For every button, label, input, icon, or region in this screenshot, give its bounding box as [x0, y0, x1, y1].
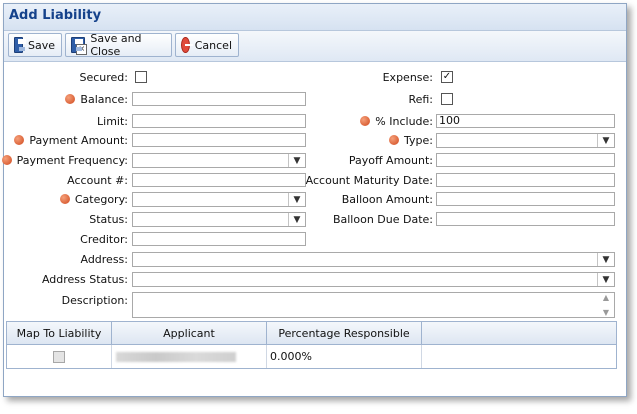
expense-label: Expense:	[382, 71, 433, 84]
limit-label: Limit:	[97, 115, 128, 128]
payoff-amount-input[interactable]	[436, 153, 615, 167]
creditor-input[interactable]	[132, 232, 306, 246]
map-cell	[7, 345, 112, 368]
description-label: Description:	[61, 294, 128, 307]
include-label: % Include:	[360, 115, 433, 128]
account-number-input[interactable]	[132, 173, 306, 187]
chevron-down-icon: ▼	[288, 213, 305, 226]
chevron-down-icon: ▼	[597, 134, 614, 147]
type-label: Type:	[389, 134, 433, 147]
percentage-cell: 0.000%	[267, 345, 422, 368]
payment-frequency-label: Payment Frequency:	[1, 154, 128, 167]
scroll-down-icon: ▼	[602, 308, 610, 317]
description-textarea[interactable]: ▲ ▼	[132, 292, 615, 318]
grid-header: Map To Liability Applicant Percentage Re…	[7, 322, 616, 345]
dialog-title: Add Liability	[9, 8, 102, 23]
balloon-due-label: Balloon Due Date:	[332, 213, 433, 226]
cancel-button-label: Cancel	[194, 38, 232, 52]
maturity-date-input[interactable]	[436, 173, 615, 187]
type-select[interactable]: ▼	[436, 133, 615, 148]
secured-checkbox[interactable]	[135, 71, 147, 83]
applicant-grid: Map To Liability Applicant Percentage Re…	[6, 321, 617, 369]
address-status-label: Address Status:	[41, 273, 128, 286]
save-and-close-label: Save and Close	[90, 32, 142, 58]
refi-label: Refi:	[408, 93, 433, 106]
balance-input[interactable]	[132, 92, 306, 106]
save-disk-icon	[14, 37, 26, 53]
save-button-label: Save	[27, 38, 55, 52]
save-close-disk-icon: ×	[71, 37, 88, 55]
balloon-amount-label: Balloon Amount:	[341, 193, 433, 206]
chevron-down-icon: ▼	[288, 193, 305, 206]
maturity-date-label: Account Maturity Date:	[305, 174, 433, 187]
payment-amount-label: Payment Amount:	[14, 134, 128, 147]
required-dot-icon	[59, 194, 70, 204]
status-select[interactable]: ▼	[132, 212, 306, 227]
secured-label: Secured:	[79, 71, 128, 84]
expense-checkbox[interactable]: ✓	[441, 71, 453, 83]
refi-checkbox[interactable]	[441, 93, 453, 105]
payoff-amount-label: Payoff Amount:	[348, 154, 433, 167]
save-and-close-button[interactable]: × Save and Close	[65, 32, 172, 58]
applicant-cell	[112, 345, 267, 368]
title-bar: Add Liability	[4, 4, 626, 31]
textarea-scrollbar[interactable]: ▲ ▼	[598, 293, 614, 317]
save-button[interactable]: Save	[8, 33, 62, 57]
chevron-down-icon: ▼	[288, 154, 305, 167]
table-row[interactable]: 0.000%	[7, 345, 616, 368]
address-status-select[interactable]: ▼	[132, 272, 615, 287]
address-select[interactable]: ▼	[132, 252, 615, 267]
header-applicant[interactable]: Applicant	[112, 322, 267, 344]
cancel-button[interactable]: Cancel	[175, 33, 239, 57]
payment-frequency-select[interactable]: ▼	[132, 153, 306, 168]
status-label: Status:	[89, 213, 128, 226]
add-liability-dialog: Add Liability Save × Save and Close Canc…	[1, 3, 627, 397]
required-dot-icon	[389, 135, 400, 145]
balloon-due-input[interactable]	[436, 212, 615, 226]
applicant-name-redacted	[116, 351, 236, 362]
creditor-label: Creditor:	[80, 233, 128, 246]
chevron-down-icon: ▼	[597, 253, 614, 266]
required-dot-icon	[360, 116, 371, 126]
required-dot-icon	[65, 94, 76, 104]
category-select[interactable]: ▼	[132, 192, 306, 207]
category-label: Category:	[59, 193, 128, 206]
cancel-circle-icon	[181, 37, 193, 53]
include-percent-input[interactable]: 100	[436, 114, 615, 128]
payment-amount-input[interactable]	[132, 133, 306, 147]
chevron-down-icon: ▼	[597, 273, 614, 286]
header-percentage-responsible[interactable]: Percentage Responsible	[267, 322, 422, 344]
header-map-to-liability[interactable]: Map To Liability	[7, 322, 112, 344]
close-badge-icon: ×	[76, 44, 88, 55]
toolbar: Save × Save and Close Cancel	[4, 31, 626, 62]
required-dot-icon	[1, 155, 12, 165]
scroll-up-icon: ▲	[602, 293, 610, 302]
balloon-amount-input[interactable]	[436, 192, 615, 206]
balance-label: Balance:	[65, 93, 128, 106]
limit-input[interactable]	[132, 114, 306, 128]
address-label: Address:	[80, 253, 128, 266]
required-dot-icon	[14, 135, 25, 145]
map-to-liability-checkbox[interactable]	[53, 350, 65, 363]
account-number-label: Account #:	[67, 174, 128, 187]
